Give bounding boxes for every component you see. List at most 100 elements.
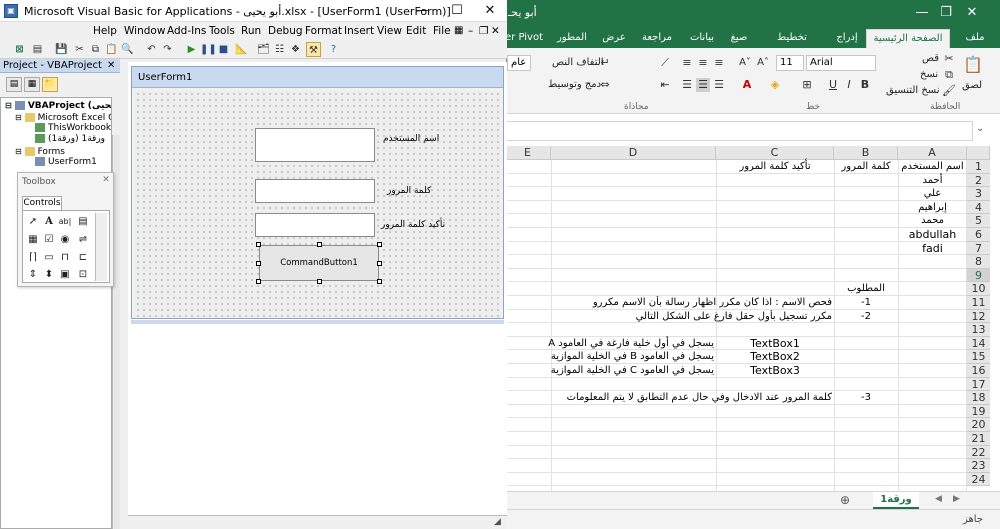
- row-header-15[interactable]: 15: [967, 350, 990, 364]
- row-header-5[interactable]: 5: [967, 214, 990, 228]
- properties-icon[interactable]: ☷: [272, 42, 287, 57]
- paste-label[interactable]: لصق: [962, 80, 982, 91]
- cell-c18[interactable]: كلمة المرور عند الادخال وفي حال عدم التط…: [520, 391, 832, 404]
- toolbox-icon[interactable]: ⚒: [306, 42, 321, 57]
- scrollbar-tool-icon[interactable]: ⇕: [25, 267, 41, 283]
- insert-userform-icon[interactable]: ▤: [30, 42, 45, 57]
- textbox-tool-icon[interactable]: ab|: [57, 214, 73, 230]
- row-header-8[interactable]: 8: [967, 255, 990, 269]
- resize-handle[interactable]: [317, 242, 322, 247]
- underline-button[interactable]: U: [826, 78, 840, 92]
- run-icon[interactable]: ▶: [184, 42, 199, 57]
- font-size-box[interactable]: 11: [776, 55, 804, 71]
- copy-icon[interactable]: ⧉: [88, 42, 103, 57]
- font-color-icon[interactable]: A: [740, 78, 754, 92]
- save-icon[interactable]: 💾: [54, 42, 69, 57]
- scroll-left-icon[interactable]: ◀: [935, 494, 942, 504]
- increase-font-icon[interactable]: A˄: [756, 56, 770, 70]
- cell-d15[interactable]: يسجل في العامود B في الخلية الموازية: [541, 350, 714, 363]
- help-icon[interactable]: ?: [326, 42, 341, 57]
- orientation-icon[interactable]: ⟋: [658, 56, 672, 70]
- minimize-icon[interactable]: —: [405, 1, 439, 21]
- cell-a5[interactable]: محمد: [898, 214, 967, 227]
- column-header-b[interactable]: B: [834, 146, 898, 160]
- label-password[interactable]: كلمة المرور: [387, 186, 431, 196]
- tree-node-userform1[interactable]: UserForm1: [35, 157, 97, 168]
- commandbutton-tool-icon[interactable]: ▭: [41, 250, 57, 266]
- menu-view[interactable]: View: [377, 25, 402, 37]
- tab-review[interactable]: مراجعة: [634, 29, 680, 48]
- paste-icon[interactable]: 📋: [962, 54, 984, 76]
- resize-handle[interactable]: [256, 279, 261, 284]
- tab-controls[interactable]: Controls: [22, 196, 62, 210]
- select-pointer-icon[interactable]: ➚: [25, 214, 41, 230]
- togglebutton-tool-icon[interactable]: ⇌: [75, 232, 91, 248]
- sheet-tab-1[interactable]: ورقة1: [873, 492, 919, 509]
- tab-file[interactable]: ملف: [955, 29, 995, 48]
- indent-icon[interactable]: ⇤: [658, 78, 672, 92]
- command-button[interactable]: CommandButton1: [259, 245, 379, 281]
- cell-a1[interactable]: اسم المستخدم: [898, 160, 967, 173]
- cut-icon[interactable]: ✂: [72, 42, 87, 57]
- toolbox-scrollbar[interactable]: [95, 213, 107, 281]
- view-object-icon[interactable]: ▦: [24, 77, 40, 92]
- menu-add-ins[interactable]: Add-Ins: [167, 25, 206, 37]
- menu-debug[interactable]: Debug: [268, 25, 303, 37]
- multipage-tool-icon[interactable]: ⊏: [75, 250, 91, 266]
- design-mode-icon[interactable]: 📐: [234, 42, 249, 57]
- horizontal-scrollbar[interactable]: ◢: [128, 515, 507, 529]
- select-all-corner[interactable]: [967, 146, 990, 160]
- spinbutton-tool-icon[interactable]: ⬍: [41, 267, 57, 283]
- row-header-9[interactable]: 9: [967, 268, 990, 283]
- cell-c1[interactable]: تأكيد كلمة المرور: [716, 160, 834, 173]
- combobox-tool-icon[interactable]: ▤: [75, 214, 91, 230]
- add-sheet-icon[interactable]: ⊕: [840, 493, 850, 507]
- cell-b18[interactable]: -3: [834, 391, 898, 404]
- tree-node-vbaproject[interactable]: ⊟ VBAProject (أبو يحيى: [5, 100, 111, 112]
- userform-resize-border[interactable]: [131, 320, 504, 324]
- userform[interactable]: UserForm1 اسم المستخدم كلمة المرور تأكيد…: [131, 66, 504, 319]
- reset-icon[interactable]: ■: [216, 42, 231, 57]
- column-header-e[interactable]: E: [505, 146, 551, 160]
- row-header-1[interactable]: 1: [967, 160, 990, 174]
- format-painter-icon[interactable]: 🖌: [942, 84, 956, 98]
- menu-format[interactable]: Format: [305, 25, 342, 37]
- cell-b12[interactable]: -2: [834, 310, 898, 323]
- tab-insert[interactable]: إدراج: [830, 29, 864, 48]
- close-icon[interactable]: ✕: [491, 25, 500, 37]
- cell-c11[interactable]: فحص الاسم : اذا كان مكرر اظهار رسالة بأن…: [520, 296, 832, 309]
- scroll-right-icon[interactable]: ▶: [953, 494, 960, 504]
- tab-power-pivot[interactable]: er Pivot: [500, 29, 548, 48]
- view-code-icon[interactable]: ▤: [6, 77, 22, 92]
- close-icon[interactable]: ✕: [962, 3, 982, 23]
- resize-handle[interactable]: [377, 279, 382, 284]
- refedit-tool-icon[interactable]: ⊡: [75, 267, 91, 283]
- minimize-icon[interactable]: —: [912, 3, 932, 23]
- row-header-12[interactable]: 12: [967, 309, 990, 324]
- cell-b1[interactable]: كلمة المرور: [834, 160, 898, 173]
- align-bottom-icon[interactable]: ≡: [680, 56, 694, 70]
- resize-handle[interactable]: [256, 242, 261, 247]
- align-center-icon[interactable]: ☰: [696, 78, 710, 92]
- frame-tool-icon[interactable]: ⌈⌉: [25, 250, 41, 266]
- italic-button[interactable]: I: [842, 78, 856, 92]
- row-header-13[interactable]: 13: [967, 323, 990, 337]
- break-icon[interactable]: ❚❚: [200, 42, 217, 57]
- formula-input[interactable]: [505, 121, 973, 141]
- resize-handle[interactable]: [377, 261, 382, 266]
- row-header-4[interactable]: 4: [967, 200, 990, 215]
- cell-b11[interactable]: -1: [834, 296, 898, 309]
- close-icon[interactable]: ✕: [107, 60, 115, 71]
- cell-b10[interactable]: المطلوب: [834, 282, 898, 295]
- fill-color-icon[interactable]: ◈: [768, 78, 782, 92]
- cut-icon[interactable]: ✂: [942, 52, 956, 66]
- undo-icon[interactable]: ↶: [144, 42, 159, 57]
- restore-icon[interactable]: ❐: [479, 25, 488, 37]
- resize-handle[interactable]: [377, 242, 382, 247]
- tab-data[interactable]: بيانات: [682, 29, 722, 48]
- font-name-box[interactable]: Arial: [806, 55, 876, 71]
- cell-c15[interactable]: TextBox2: [716, 350, 834, 363]
- redo-icon[interactable]: ↷: [160, 42, 175, 57]
- userform-canvas[interactable]: اسم المستخدم كلمة المرور تأكيد كلمة المر…: [135, 91, 501, 317]
- row-header-10[interactable]: 10: [967, 282, 990, 296]
